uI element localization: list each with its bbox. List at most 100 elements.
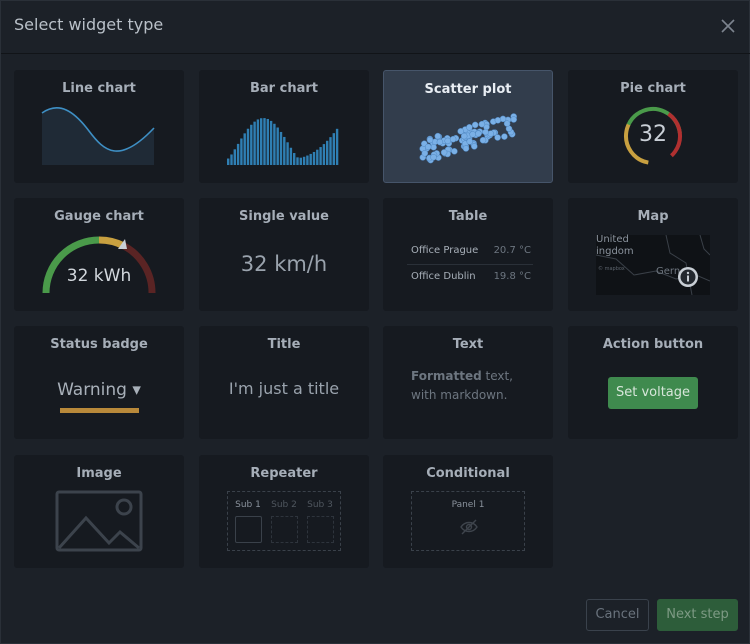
widget-card-gauge-chart[interactable]: Gauge chart 32 kWh	[14, 198, 184, 311]
widget-card-conditional[interactable]: Conditional Panel 1	[383, 455, 553, 568]
conditional-panel-label: Panel 1	[451, 500, 485, 510]
widget-title: Gauge chart	[54, 209, 144, 224]
widget-title: Text	[452, 337, 484, 352]
widget-title: Bar chart	[250, 81, 318, 96]
widget-title: Map	[637, 209, 669, 224]
table-divider	[407, 264, 533, 265]
widget-card-line-chart[interactable]: Line chart	[14, 70, 184, 183]
scatter-point	[424, 143, 432, 151]
widget-title: Single value	[239, 209, 329, 224]
text-preview-rest: text,	[481, 369, 514, 383]
scatter-point	[503, 120, 511, 127]
scatter-point	[475, 130, 482, 137]
bar-mark	[312, 151, 316, 165]
widget-card-image[interactable]: Image	[14, 455, 184, 568]
bar-mark	[240, 138, 243, 165]
bar-mark	[233, 149, 236, 165]
bar-mark	[263, 118, 266, 165]
bar-mark	[253, 121, 256, 165]
scatter-point	[501, 133, 508, 140]
scatter-point	[434, 132, 442, 140]
bar-mark	[276, 127, 279, 165]
next-step-button[interactable]: Next step	[657, 599, 738, 631]
bar-mark	[283, 136, 286, 165]
scatter-point	[494, 117, 502, 124]
scatter-point	[426, 136, 434, 144]
map-label-kingdom: ingdom	[596, 246, 634, 257]
bar-mark	[266, 118, 269, 165]
gauge-value: 32 kWh	[66, 266, 132, 286]
table-cell-label: Office Prague	[411, 245, 479, 256]
scatter-plot-preview	[419, 113, 517, 164]
bar-mark	[260, 118, 263, 165]
bar-mark	[296, 157, 299, 165]
scatter-point	[430, 143, 437, 151]
scatter-point	[510, 116, 517, 123]
widget-card-repeater[interactable]: Repeater Sub 1 Sub 2 Sub 3	[199, 455, 369, 568]
widget-title: Title	[267, 337, 301, 352]
scatter-point	[440, 149, 448, 156]
table-cell-value: 20.7 °C	[493, 245, 531, 256]
bar-mark	[319, 147, 322, 165]
bar-mark	[302, 156, 306, 165]
bar-mark	[256, 119, 260, 165]
close-icon[interactable]	[719, 17, 737, 35]
repeater-sub-label: Sub 2	[271, 500, 297, 510]
widget-card-title[interactable]: Title I'm just a title	[199, 326, 369, 439]
text-preview: Formatted text, with markdown.	[411, 367, 513, 405]
bar-mark	[322, 144, 326, 165]
bar-mark	[332, 133, 335, 165]
conditional-panel: Panel 1	[411, 491, 525, 551]
repeater-sub-box	[271, 516, 298, 543]
scatter-point	[421, 150, 429, 157]
widget-card-bar-chart[interactable]: Bar chart	[199, 70, 369, 183]
bar-mark	[289, 147, 293, 165]
line-chart-preview	[41, 107, 155, 165]
widget-card-single-value[interactable]: Single value 32 km/h	[199, 198, 369, 311]
widget-card-action-button[interactable]: Action button Set voltage	[568, 326, 738, 439]
bar-mark	[316, 149, 319, 165]
widget-title: Action button	[602, 337, 704, 352]
scatter-point	[471, 121, 479, 129]
scatter-point	[444, 137, 451, 145]
widget-card-status-badge[interactable]: Status badge Warning ▾	[14, 326, 184, 439]
widget-title: Scatter plot	[424, 82, 512, 97]
widget-title: Conditional	[426, 466, 510, 481]
widget-card-scatter-plot[interactable]: Scatter plot	[383, 70, 553, 183]
widget-card-table[interactable]: Table Office Prague 20.7 °C Office Dubli…	[383, 198, 553, 311]
scatter-point	[466, 138, 474, 145]
widget-title: Image	[76, 466, 122, 481]
widget-title: Repeater	[250, 466, 318, 481]
table-cell-label: Office Dublin	[411, 271, 476, 282]
widget-card-text[interactable]: Text Formatted text, with markdown.	[383, 326, 553, 439]
bar-mark	[246, 128, 250, 165]
scatter-point	[430, 153, 437, 161]
bar-mark	[273, 123, 276, 165]
image-icon	[55, 490, 143, 552]
widget-card-map[interactable]: Map United ingdom Gern © mapbox	[568, 198, 738, 311]
bar-mark	[236, 143, 240, 165]
bar-mark	[306, 155, 309, 165]
scatter-point	[451, 148, 458, 155]
widget-card-pie-chart[interactable]: Pie chart 32	[568, 70, 738, 183]
scatter-point	[478, 120, 486, 128]
bar-mark	[326, 140, 329, 165]
dialog-title: Select widget type	[14, 15, 164, 34]
text-preview-line2: with markdown.	[411, 388, 508, 402]
bar-mark	[293, 153, 296, 165]
warning-underline	[60, 408, 139, 413]
table-row: Office Prague 20.7 °C	[411, 245, 531, 256]
bar-mark	[335, 128, 339, 165]
table-cell-value: 19.8 °C	[493, 271, 531, 282]
scatter-point	[462, 145, 470, 152]
bar-mark	[230, 154, 233, 165]
info-icon[interactable]	[677, 266, 699, 288]
repeater-sub-box	[307, 516, 334, 543]
table-row: Office Dublin 19.8 °C	[411, 271, 531, 282]
scatter-point	[436, 138, 444, 146]
header-divider	[1, 53, 750, 54]
pie-value: 32	[639, 122, 667, 147]
cancel-button[interactable]: Cancel	[586, 599, 649, 631]
bar-mark	[279, 131, 283, 165]
scatter-point	[469, 131, 476, 138]
